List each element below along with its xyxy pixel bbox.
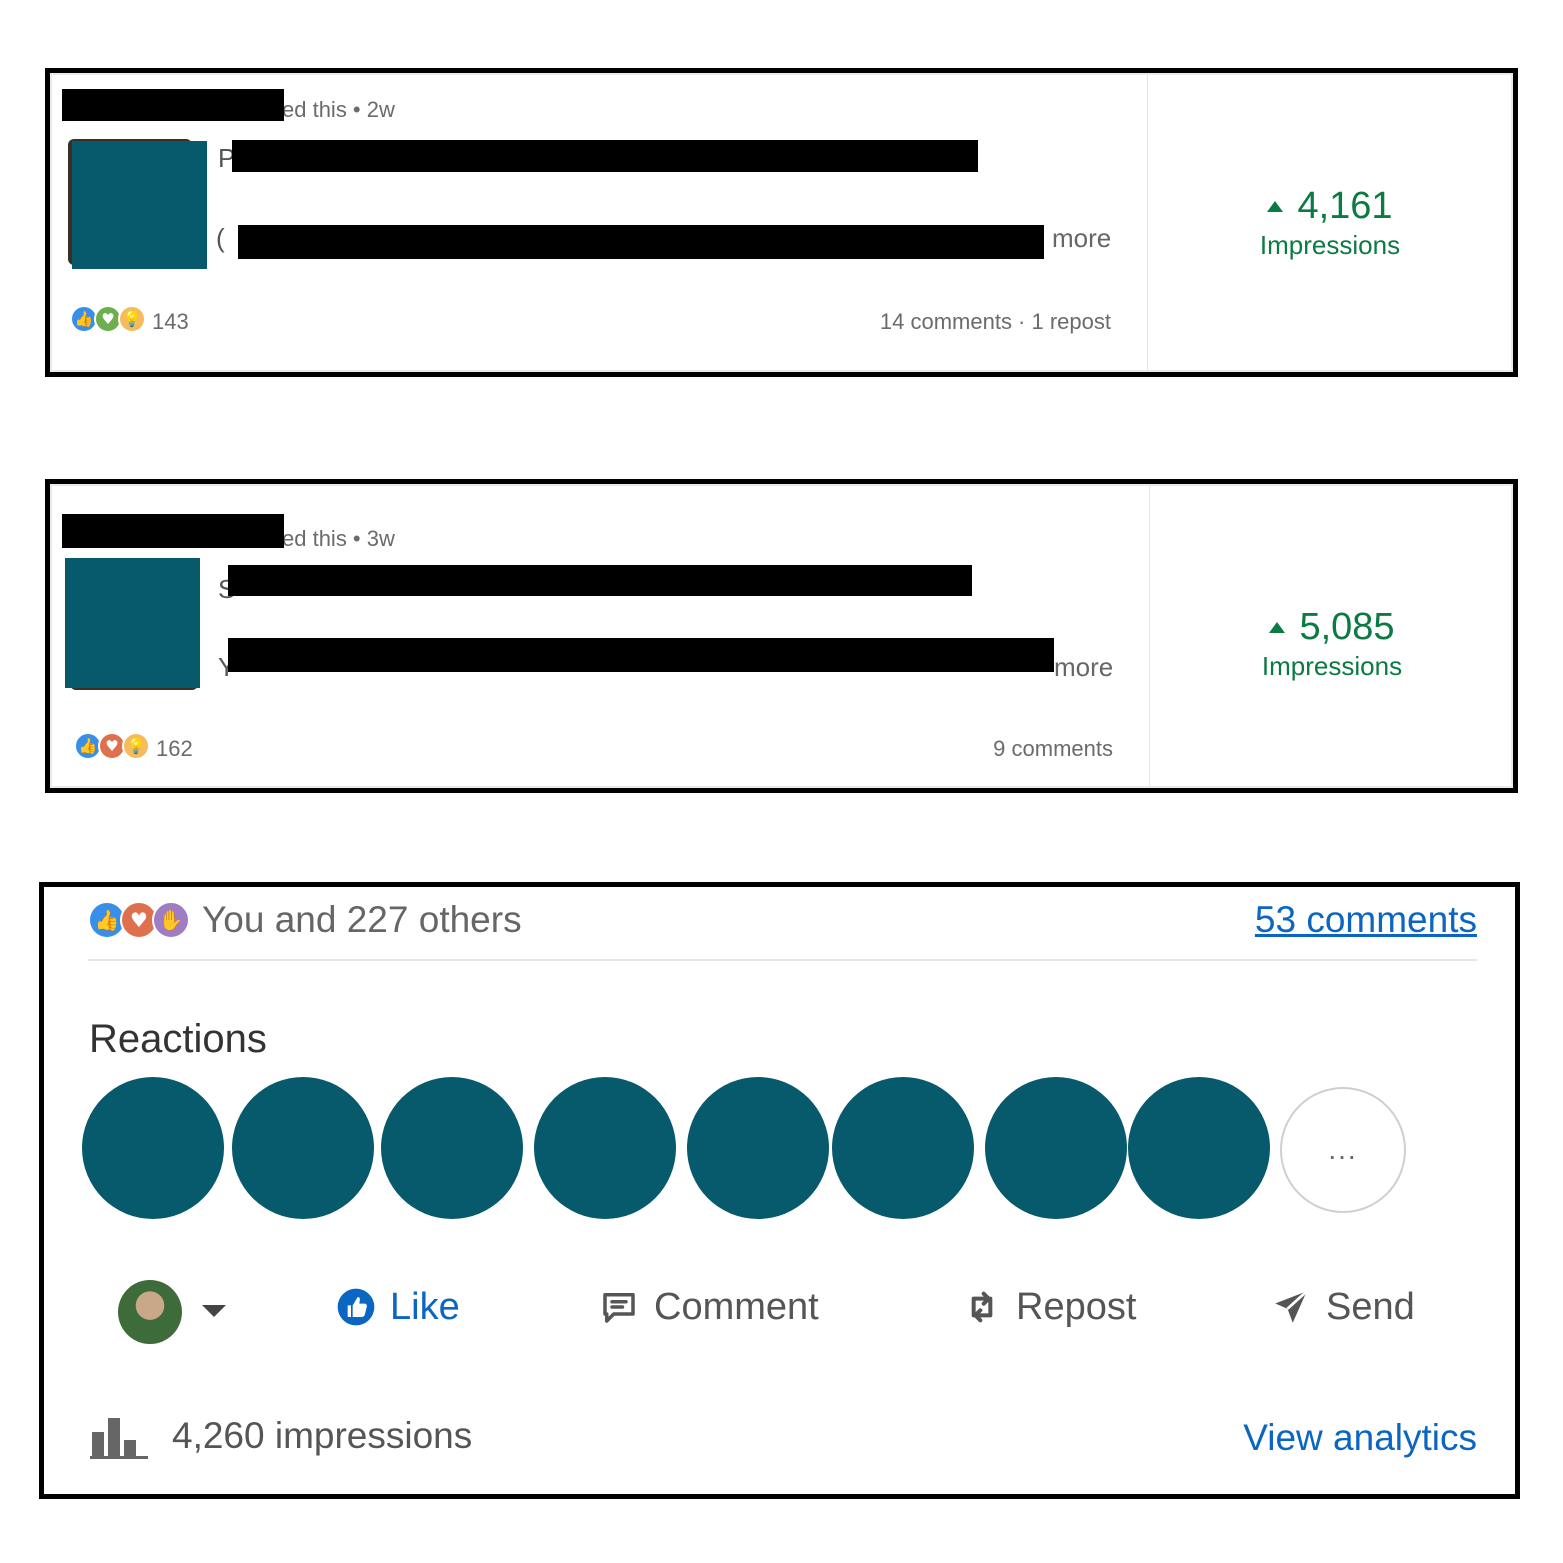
like-button[interactable]: Like [336, 1277, 460, 1337]
impressions-row[interactable]: 4,260 impressions [90, 1412, 472, 1460]
send-icon [1275, 1290, 1308, 1323]
comment-label: Comment [654, 1285, 819, 1328]
post-thumbnail[interactable] [72, 141, 207, 269]
redaction-bar [228, 565, 972, 596]
comment-button[interactable]: Comment [598, 1277, 819, 1337]
reactor-avatar[interactable] [1128, 1077, 1270, 1219]
impressions-block[interactable]: 4,161 Impressions [1190, 185, 1470, 261]
repost-label: Repost [1016, 1285, 1137, 1328]
bar-chart-icon [90, 1418, 148, 1459]
post-thumbnail[interactable] [65, 558, 200, 688]
redaction-bar [232, 140, 978, 172]
like-label: Like [390, 1285, 460, 1328]
impressions-label: Impressions [1259, 230, 1401, 260]
send-label: Send [1326, 1285, 1415, 1328]
impressions-block[interactable]: 5,085 Impressions [1192, 606, 1472, 682]
post-activity[interactable]: 9 comments [993, 736, 1113, 762]
chevron-down-icon[interactable] [202, 1305, 226, 1317]
insight-icon: 💡 [118, 305, 146, 333]
post-activity[interactable]: 14 comments · 1 repost [880, 309, 1111, 335]
send-button[interactable]: Send [1270, 1277, 1415, 1337]
reaction-count[interactable]: 143 [152, 309, 189, 335]
comment-icon [603, 1293, 635, 1323]
reactor-avatar[interactable] [687, 1077, 829, 1219]
see-more-link[interactable]: more [1054, 652, 1113, 683]
reactor-avatar[interactable] [82, 1077, 224, 1219]
reaction-count[interactable]: 162 [156, 736, 193, 762]
empathy-icon: ✋ [152, 901, 190, 939]
insight-icon: 💡 [122, 732, 150, 760]
section-divider [88, 959, 1477, 961]
redaction-bar [62, 89, 284, 121]
trend-up-icon [1269, 622, 1286, 633]
impressions-value: 5,085 [1299, 606, 1395, 648]
more-reactors-button[interactable]: ... [1280, 1087, 1406, 1213]
reactor-avatar[interactable] [985, 1077, 1127, 1219]
reaction-icons: 👍 ♥ 💡 [70, 305, 150, 335]
redaction-bar [62, 514, 284, 548]
impressions-value: 4,161 [1297, 185, 1393, 227]
impressions-label: Impressions [1261, 651, 1403, 681]
post-meta: ed this • 2w [282, 97, 395, 122]
reactions-summary[interactable]: You and 227 others [202, 899, 522, 941]
like-icon [337, 1288, 375, 1326]
redaction-bar [228, 638, 1054, 672]
repost-button[interactable]: Repost [962, 1277, 1136, 1337]
redaction-bar [238, 225, 1044, 259]
post-analytics-card-1: ed this • 2w P ( more 👍 ♥ 💡 143 14 comme… [45, 68, 1518, 377]
reactor-avatar[interactable] [381, 1077, 523, 1219]
user-avatar[interactable] [118, 1280, 182, 1344]
reactor-avatar[interactable] [832, 1077, 974, 1219]
comments-link[interactable]: 53 comments [1255, 899, 1477, 941]
reactions-heading: Reactions [89, 1017, 267, 1061]
post-body-initial: ( [216, 223, 225, 253]
post-meta: ed this • 3w [282, 526, 395, 551]
trend-up-icon [1267, 201, 1284, 212]
reaction-icons: 👍 ♥ 💡 [74, 732, 154, 762]
card-divider [1147, 73, 1148, 372]
card-divider [1149, 484, 1150, 788]
view-analytics-link[interactable]: View analytics [1243, 1417, 1477, 1459]
summary-reaction-icons: 👍 ♥ ✋ [88, 901, 198, 941]
reactor-avatar[interactable] [232, 1077, 374, 1219]
repost-icon [971, 1291, 993, 1323]
impressions-count: 4,260 impressions [172, 1415, 473, 1456]
see-more-link[interactable]: more [1052, 223, 1111, 254]
post-analytics-card-2: ed this • 3w S Y more 👍 ♥ 💡 162 9 commen… [45, 479, 1518, 793]
reactor-avatar[interactable] [534, 1077, 676, 1219]
post-detail-card: 👍 ♥ ✋ You and 227 others 53 comments Rea… [39, 882, 1520, 1499]
